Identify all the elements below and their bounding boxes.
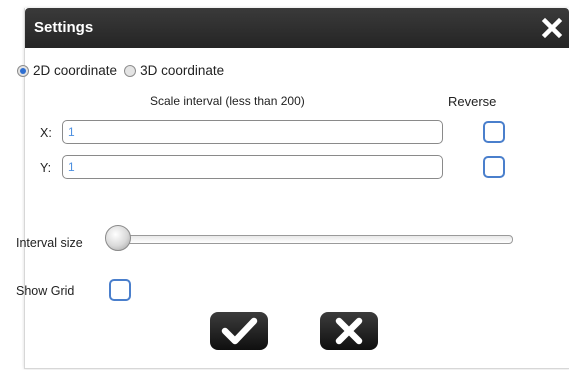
title-bar: Settings [25,8,569,48]
reverse-heading: Reverse [448,94,497,109]
cancel-button[interactable] [320,312,378,350]
radio-3d-coordinate[interactable] [124,64,137,77]
interval-size-slider[interactable] [118,235,513,244]
radio-2d-coordinate[interactable] [17,64,29,77]
show-grid-label: Show Grid [16,284,75,298]
dialog-title: Settings [34,19,94,36]
x-axis-label: X: [40,126,52,140]
radio-2d-label[interactable]: 2D coordinate [33,63,117,78]
x-reverse-checkbox[interactable] [483,121,505,143]
interval-size-label: Interval size [16,236,83,250]
close-icon[interactable] [541,17,563,39]
scale-interval-heading: Scale interval (less than 200) [150,94,305,108]
y-scale-input[interactable] [62,155,443,179]
radio-3d-label[interactable]: 3D coordinate [140,63,224,78]
y-axis-label: Y: [40,161,52,175]
checkmark-icon [221,317,258,345]
confirm-button[interactable] [210,312,268,350]
cross-icon [335,317,363,345]
x-scale-input[interactable] [62,120,443,144]
interval-size-slider-thumb[interactable] [105,225,131,251]
show-grid-checkbox[interactable] [109,279,131,301]
y-reverse-checkbox[interactable] [483,156,505,178]
coordinate-mode-group: 2D coordinate 3D coordinate [17,63,231,78]
